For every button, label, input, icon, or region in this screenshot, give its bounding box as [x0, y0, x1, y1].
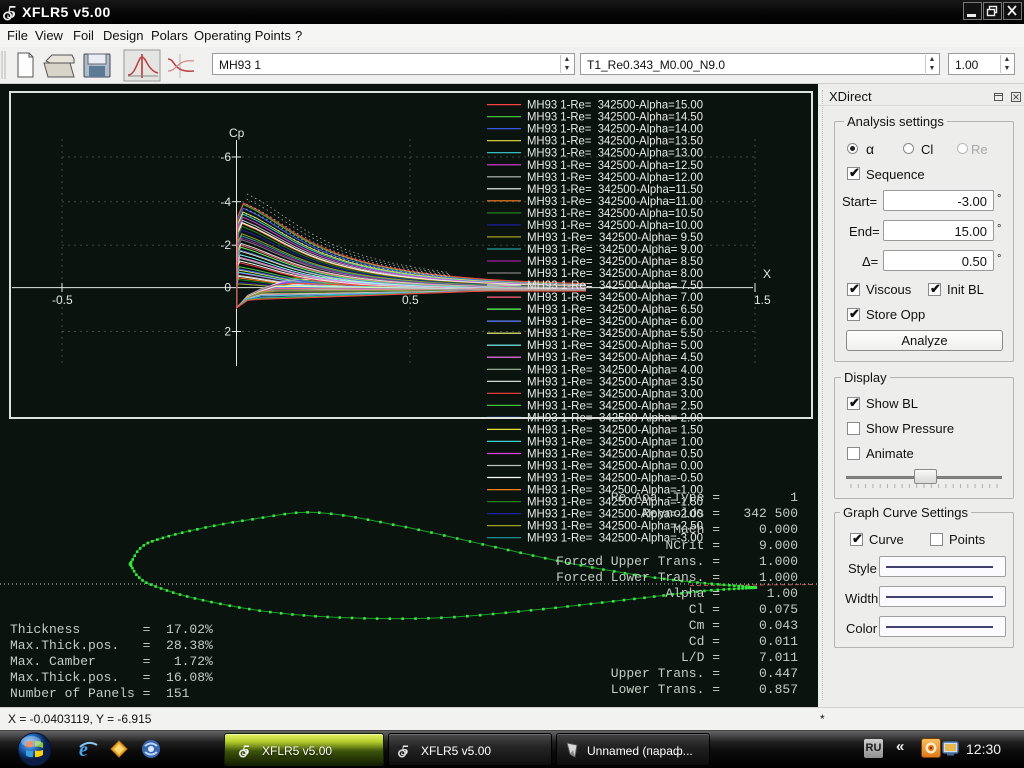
svg-text:Number of Panels = 151: Number of Panels = 151	[10, 686, 190, 701]
svg-text:L/D =: L/D =	[681, 650, 720, 665]
svg-text:0.447: 0.447	[759, 666, 798, 681]
svg-text:Lower Trans. =: Lower Trans. =	[611, 682, 720, 697]
svg-text:-0.5: -0.5	[52, 293, 73, 307]
svg-text:Re.Aoa.-Type =: Re.Aoa.-Type =	[611, 490, 720, 505]
svg-text:0.5: 0.5	[402, 293, 419, 307]
svg-text:0.857: 0.857	[759, 682, 798, 697]
svg-text:1: 1	[790, 490, 798, 505]
svg-text:0: 0	[224, 281, 231, 295]
svg-text:X: X	[763, 267, 771, 281]
svg-text:342 500: 342 500	[743, 506, 798, 521]
svg-text:0.043: 0.043	[759, 618, 798, 633]
svg-text:Reynolds =: Reynolds =	[642, 506, 720, 521]
svg-text:Alpha =: Alpha =	[665, 586, 720, 601]
svg-text:Max.Thick.pos. = 28.38%: Max.Thick.pos. = 28.38%	[10, 638, 213, 653]
svg-text:-6: -6	[220, 150, 231, 164]
svg-text:Upper Trans. =: Upper Trans. =	[611, 666, 720, 681]
svg-text:1.5: 1.5	[754, 293, 771, 307]
svg-text:Cp: Cp	[229, 126, 245, 140]
svg-text:Cl =: Cl =	[689, 602, 720, 617]
svg-text:e: e	[79, 739, 88, 760]
svg-text:0.011: 0.011	[759, 634, 798, 649]
svg-text:Cd =: Cd =	[689, 634, 720, 649]
svg-text:9.000: 9.000	[759, 538, 798, 553]
svg-text:7.011: 7.011	[759, 650, 798, 665]
svg-text:0.075: 0.075	[759, 602, 798, 617]
svg-text:Forced Lower Trans. =: Forced Lower Trans. =	[556, 570, 720, 585]
svg-text:Cm =: Cm =	[689, 618, 720, 633]
svg-text:1.000: 1.000	[759, 570, 798, 585]
svg-text:Max.Thick.pos. = 16.08%: Max.Thick.pos. = 16.08%	[10, 670, 213, 685]
svg-text:NCrit =: NCrit =	[665, 538, 720, 553]
svg-text:1.000: 1.000	[759, 554, 798, 569]
svg-text:1.00: 1.00	[767, 586, 798, 601]
svg-text:Forced Upper Trans. =: Forced Upper Trans. =	[556, 554, 720, 569]
svg-text:0.000: 0.000	[759, 522, 798, 537]
svg-text:2: 2	[224, 325, 231, 339]
svg-text:Max. Camber = 1.72%: Max. Camber = 1.72%	[10, 654, 213, 669]
svg-text:Mach =: Mach =	[673, 522, 720, 537]
svg-text:-2: -2	[220, 238, 231, 252]
svg-text:-4: -4	[220, 195, 231, 209]
svg-text:Thickness = 17.02%: Thickness = 17.02%	[10, 622, 213, 637]
